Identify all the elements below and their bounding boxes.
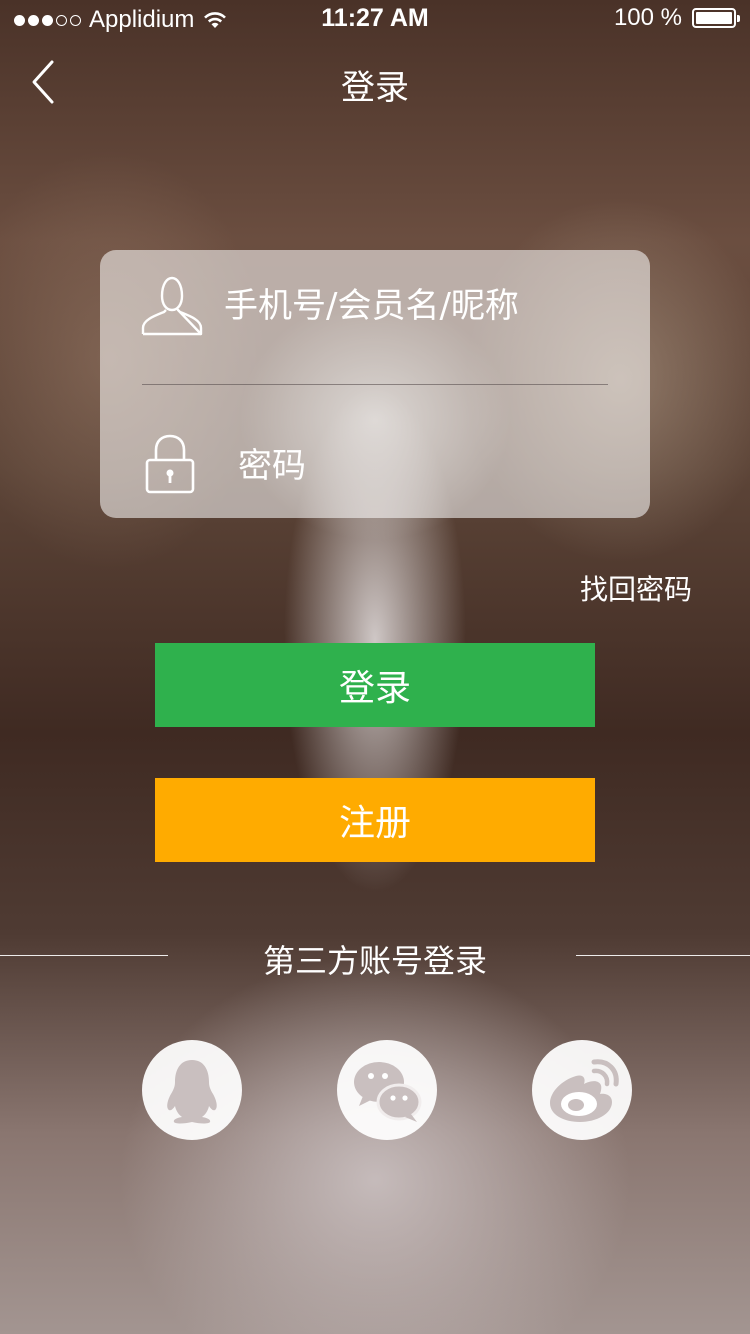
qq-login-button[interactable] [142,1040,242,1140]
username-row [100,250,650,384]
forgot-password-link[interactable]: 找回密码 [580,568,692,608]
login-form-card [100,250,650,518]
register-button[interactable]: 注册 [155,778,595,862]
wechat-icon [354,1062,422,1122]
battery-percent: 100 % [613,4,682,31]
username-input[interactable] [222,280,626,332]
status-bar: Applidium 11:27 AM 100 % [0,0,750,40]
page-title: 登录 [341,68,409,108]
login-button[interactable]: 登录 [155,643,595,727]
wechat-login-button[interactable] [337,1040,437,1140]
qq-icon [167,1060,217,1124]
third-party-label: 第三方账号登录 [262,942,487,980]
battery-icon [692,8,740,28]
password-row [100,384,650,518]
third-party-login-section: 第三方账号登录 [0,930,750,980]
status-right: 100 % [613,4,740,32]
lock-icon [145,434,195,494]
user-icon [141,276,203,336]
weibo-login-button[interactable] [532,1040,632,1140]
password-input[interactable] [236,440,620,492]
weibo-icon [550,1059,619,1122]
divider-line-right [576,955,750,956]
navigation-bar: 登录 [0,40,750,128]
login-screen: Applidium 11:27 AM 100 % 登录 手机号/会员名/昵称 找… [0,0,750,1334]
